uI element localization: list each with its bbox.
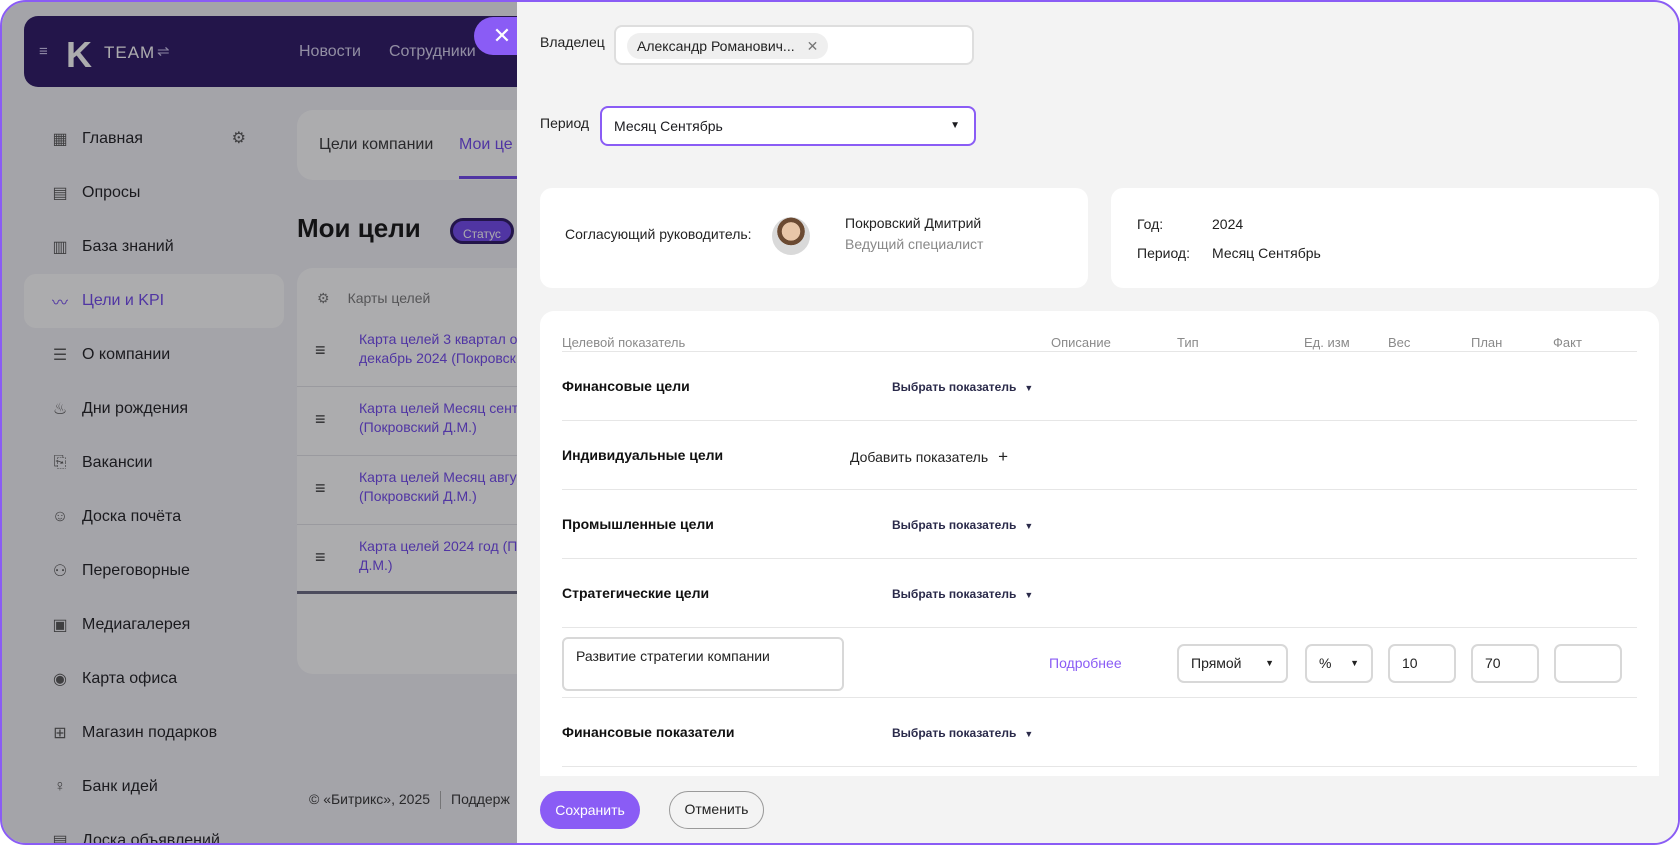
group-name: Промышленные цели	[562, 516, 714, 532]
col-description: Описание	[1051, 335, 1111, 350]
group-row: Финансовые показатели Выбрать показатель…	[562, 698, 1637, 767]
goal-card-panel: Владелец Александр Романович... ✕ Период …	[517, 2, 1678, 843]
approver-card: Согласующий руководитель: Покровский Дми…	[540, 188, 1088, 288]
approver-label: Согласующий руководитель:	[565, 226, 752, 242]
add-indicator-button[interactable]: Добавить показатель +	[850, 447, 1008, 467]
fact-input[interactable]	[1554, 644, 1622, 683]
window-frame: ≡ K TEAM ⇌ Новости Сотрудники ▦ Главная ⚙ …	[0, 0, 1680, 845]
caret-down-icon: ▼	[1024, 729, 1034, 739]
group-row: Стратегические цели Выбрать показатель ▼	[562, 559, 1637, 628]
cancel-button[interactable]: Отменить	[669, 791, 764, 829]
col-fact: Факт	[1553, 335, 1582, 350]
group-row: Финансовые цели Выбрать показатель ▼	[562, 352, 1637, 421]
unit-select-value: %	[1319, 655, 1332, 671]
details-link[interactable]: Подробнее	[1049, 655, 1122, 671]
select-indicator-button[interactable]: Выбрать показатель ▼	[892, 587, 1033, 601]
indicator-row: Развитие стратегии компании Подробнее Пр…	[562, 629, 1637, 698]
avatar	[772, 217, 810, 255]
year-label: Год:	[1137, 216, 1164, 232]
remove-icon[interactable]: ✕	[807, 38, 819, 54]
indicators-table: Целевой показатель Описание Тип Ед. изм …	[540, 311, 1659, 776]
caret-down-icon: ▼	[1265, 658, 1274, 668]
period-info-value: Месяц Сентябрь	[1212, 245, 1321, 261]
approver-name: Покровский Дмитрий	[845, 215, 982, 231]
caret-down-icon: ▼	[1024, 521, 1034, 531]
group-row: Индивидуальные цели Добавить показатель +	[562, 421, 1637, 490]
group-row: Промышленные цели Выбрать показатель ▼	[562, 490, 1637, 559]
col-indicator: Целевой показатель	[562, 335, 686, 350]
select-indicator-button[interactable]: Выбрать показатель ▼	[892, 726, 1033, 740]
col-plan: План	[1471, 335, 1503, 350]
caret-down-icon: ▼	[950, 120, 960, 131]
select-indicator-label: Выбрать показатель	[892, 380, 1017, 394]
owner-chip[interactable]: Александр Романович... ✕	[627, 33, 829, 59]
period-info-card: Год: 2024 Период: Месяц Сентябрь	[1111, 188, 1659, 288]
select-indicator-label: Выбрать показатель	[892, 518, 1017, 532]
period-label: Период	[540, 115, 590, 131]
weight-input[interactable]: 10	[1388, 644, 1456, 683]
period-select[interactable]: Месяц Сентябрь ▼	[600, 106, 976, 146]
col-weight: Вес	[1388, 335, 1411, 350]
group-name: Индивидуальные цели	[562, 447, 724, 463]
close-icon: ✕	[492, 23, 512, 48]
unit-select[interactable]: % ▼	[1305, 644, 1373, 683]
save-button[interactable]: Сохранить	[540, 791, 640, 829]
select-indicator-label: Выбрать показатель	[892, 726, 1017, 740]
caret-down-icon: ▼	[1024, 590, 1034, 600]
plan-input[interactable]: 70	[1471, 644, 1539, 683]
indicator-name-field[interactable]: Развитие стратегии компании	[562, 637, 844, 691]
type-select-value: Прямой	[1191, 655, 1242, 671]
close-panel-button[interactable]: ✕	[474, 17, 518, 55]
group-name: Стратегические цели	[562, 585, 710, 601]
col-unit: Ед. изм	[1304, 335, 1350, 350]
owner-chip-label: Александр Романович...	[637, 38, 795, 54]
group-name: Финансовые показатели	[562, 724, 735, 740]
panel-footer: Сохранить Отменить	[517, 776, 1678, 843]
period-info-label: Период:	[1137, 245, 1190, 261]
caret-down-icon: ▼	[1350, 658, 1359, 668]
select-indicator-button[interactable]: Выбрать показатель ▼	[892, 518, 1033, 532]
plus-icon: +	[998, 447, 1009, 466]
add-indicator-label: Добавить показатель	[850, 449, 989, 465]
type-select[interactable]: Прямой ▼	[1177, 644, 1288, 683]
owner-label: Владелец	[540, 34, 605, 50]
select-indicator-label: Выбрать показатель	[892, 587, 1017, 601]
select-indicator-button[interactable]: Выбрать показатель ▼	[892, 380, 1033, 394]
col-type: Тип	[1177, 335, 1199, 350]
caret-down-icon: ▼	[1024, 383, 1034, 393]
approver-position: Ведущий специалист	[845, 236, 984, 252]
group-name: Финансовые цели	[562, 378, 690, 394]
owner-field[interactable]: Александр Романович... ✕	[614, 25, 974, 65]
year-value: 2024	[1212, 216, 1244, 232]
period-select-value: Месяц Сентябрь	[614, 118, 723, 134]
